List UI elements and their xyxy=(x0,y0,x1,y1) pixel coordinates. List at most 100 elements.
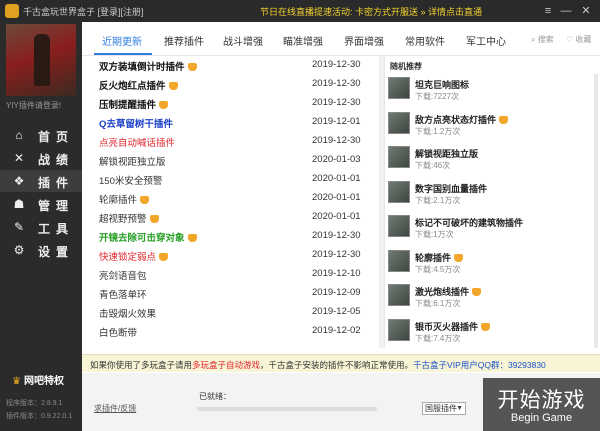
random-recommend-title: 随机推荐 xyxy=(390,62,422,71)
plugin-row[interactable]: 开镜去除可击穿对象 2019-12-30 xyxy=(82,227,380,244)
random-item[interactable]: 解锁视距独立版 下载:46次 xyxy=(388,146,598,178)
random-item[interactable]: 银币灭火器插件 下载:7.4万次 xyxy=(388,318,598,351)
plugin-name: 超视野预警 xyxy=(99,211,159,225)
plugin-name: 反火炮红点插件 xyxy=(99,78,178,92)
nav-item-plugins[interactable]: ❖ 插件 xyxy=(0,170,82,192)
server-select[interactable]: 国服插件 ▼ xyxy=(422,402,466,415)
search-button[interactable]: ⌕ 搜索 xyxy=(531,34,554,45)
vip-badge-icon xyxy=(454,253,464,262)
nav-item-home[interactable]: ⌂ 首页 xyxy=(0,124,82,146)
plugin-row[interactable]: 击毁烟火效果 2019-12-05 xyxy=(82,303,380,320)
wrench-icon: ✎ xyxy=(13,220,25,234)
plugin-row[interactable]: 压制提醒插件 2019-12-30 xyxy=(82,94,380,111)
home-icon: ⌂ xyxy=(15,128,23,142)
random-item-downloads: 下载:46次 xyxy=(415,161,451,170)
nav-item-record[interactable]: ✕ 战绩 xyxy=(0,147,82,169)
plugin-row[interactable]: 快速锁定弱点 2019-12-30 xyxy=(82,246,380,263)
vip-badge-icon xyxy=(149,215,159,223)
app-title[interactable]: 千古盒玩世界盒子 [登录][注册] xyxy=(23,5,144,18)
plugin-date: 2020-01-03 xyxy=(312,154,361,165)
plugin-date: 2020-01-01 xyxy=(312,192,361,203)
tab-recent[interactable]: 近期更新 xyxy=(102,33,142,48)
nav-label: 首页 xyxy=(38,130,75,144)
vip-badge-icon xyxy=(499,115,509,124)
plugin-date: 2019-12-09 xyxy=(312,287,361,298)
progress-bar xyxy=(197,407,377,411)
plugin-thumbnail xyxy=(388,146,410,168)
random-item[interactable]: 激光炮线插件 下载:6.1万次 xyxy=(388,284,598,316)
random-item-downloads: 下载:6.1万次 xyxy=(415,299,461,308)
random-item-downloads: 下载:1万次 xyxy=(415,230,454,239)
close-button[interactable]: ✕ xyxy=(578,3,594,19)
login-prompt[interactable]: YIY插件请登录! xyxy=(6,100,61,111)
random-item-name: 解锁视距独立版 xyxy=(415,149,479,159)
nav-item-manage[interactable]: ☗ 管理 xyxy=(0,193,82,215)
tab-aim[interactable]: 瞄准增强 xyxy=(283,33,323,48)
plugin-row[interactable]: 解锁视距独立版 2020-01-03 xyxy=(82,151,380,168)
random-item-downloads: 下载:7.4万次 xyxy=(415,333,461,343)
random-item[interactable]: 标记不可破坏的建筑物插件 下载:1万次 xyxy=(388,215,598,247)
auto-game-link[interactable]: 多玩盒子自动游戏 xyxy=(192,360,260,370)
random-item[interactable]: 数字国别血量插件 下载:2.1万次 xyxy=(388,180,598,213)
netbar-privilege[interactable]: ♛ 网吧特权 xyxy=(12,372,64,387)
tab-military[interactable]: 军工中心 xyxy=(466,33,506,48)
plugin-row[interactable]: 青色落单环 2019-12-09 xyxy=(82,284,380,301)
plugin-date: 2019-12-30 xyxy=(312,249,361,260)
vip-badge-icon xyxy=(159,253,169,261)
avatar[interactable] xyxy=(6,24,76,96)
tab-software[interactable]: 常用软件 xyxy=(405,33,445,48)
plugin-row[interactable]: 超视野预警 2020-01-01 xyxy=(82,208,380,225)
user-manage-icon: ☗ xyxy=(13,197,25,211)
nav-label: 设置 xyxy=(38,245,75,259)
minimize-button[interactable]: — xyxy=(558,3,574,19)
tab-interface[interactable]: 界面增强 xyxy=(344,33,384,48)
plugin-thumbnail xyxy=(388,77,410,99)
crown-icon: ♛ xyxy=(12,376,21,387)
plugin-row[interactable]: 双方装填倒计时插件 2019-12-30 xyxy=(82,56,380,73)
plugin-name: 击毁烟火效果 xyxy=(99,309,157,320)
random-item[interactable]: 轮廓插件 下载:4.5万次 xyxy=(388,249,598,282)
tab-recommended[interactable]: 推荐插件 xyxy=(164,33,204,48)
random-item-name: 标记不可破坏的建筑物插件 xyxy=(415,218,524,228)
random-item-downloads: 下载:1.2万次 xyxy=(415,126,461,136)
plugin-date: 2019-12-02 xyxy=(312,325,361,336)
vip-badge-icon xyxy=(481,322,491,331)
plugin-thumbnail xyxy=(388,111,410,134)
plugin-row[interactable]: 轮廓插件 2020-01-01 xyxy=(82,189,380,206)
gear-icon: ⚙ xyxy=(13,243,25,257)
nav-label: 插件 xyxy=(38,176,75,190)
menu-icon[interactable]: ≡ xyxy=(540,3,556,19)
nav-item-settings[interactable]: ⚙ 设置 xyxy=(0,239,82,261)
tab-combat[interactable]: 战斗增强 xyxy=(223,33,263,48)
info-text: 如果你使用了多玩盒子请用多玩盒子自动游戏，千古盒子安装的插件不影响正常使用。千古… xyxy=(90,360,546,370)
nav-label: 工具 xyxy=(38,222,75,236)
notice-banner[interactable]: 节日在线直播提速活动: 卡密方式开服送 » 详情点击直通 xyxy=(260,5,482,18)
plugin-row[interactable]: 150米安全预警 2020-01-01 xyxy=(82,170,380,187)
plugin-name: 点亮自动喊话插件 xyxy=(99,138,176,149)
plugin-name: 开镜去除可击穿对象 xyxy=(99,230,197,244)
plugin-name: 轮廓插件 xyxy=(99,192,150,206)
start-game-button[interactable]: 开始游戏 Begin Game xyxy=(483,378,600,431)
plugin-row[interactable]: 白色断带 2019-12-02 xyxy=(82,322,380,339)
vip-badge-icon xyxy=(472,288,482,296)
plugin-date: 2020-01-01 xyxy=(312,173,361,184)
feedback-link[interactable]: 求插件/反馈 xyxy=(94,403,136,414)
plugin-row[interactable]: 反火炮红点插件 2019-12-30 xyxy=(82,75,380,92)
vip-label: 网吧特权 xyxy=(23,376,64,387)
random-item-downloads: 下载:2.1万次 xyxy=(415,195,461,205)
random-item[interactable]: 敌方点亮状态灯插件 下载:1.2万次 xyxy=(388,111,598,144)
qq-group-link[interactable]: 千古盒子VIP用户QQ群：39293830 xyxy=(413,360,546,370)
puzzle-icon: ❖ xyxy=(13,174,25,188)
plugin-date: 2019-12-01 xyxy=(312,116,361,127)
random-item[interactable]: 坦克巨响图标 下载:7227次 xyxy=(388,77,598,109)
crossed-swords-icon: ✕ xyxy=(13,151,25,165)
vip-badge-icon xyxy=(140,196,150,204)
random-scrollbar[interactable] xyxy=(594,74,598,348)
plugin-row[interactable]: 亮剑语音包 2019-12-10 xyxy=(82,265,380,282)
nav-item-tools[interactable]: ✎ 工具 xyxy=(0,216,82,238)
favorite-button[interactable]: ♡ 收藏 xyxy=(566,34,591,45)
plugin-thumbnail xyxy=(388,249,410,272)
plugin-row[interactable]: Q去草留树干插件 2019-12-01 xyxy=(82,113,380,130)
plugin-row[interactable]: 点亮自动喊话插件 2019-12-30 xyxy=(82,132,380,149)
plugin-name: 150米安全预警 xyxy=(99,176,163,187)
